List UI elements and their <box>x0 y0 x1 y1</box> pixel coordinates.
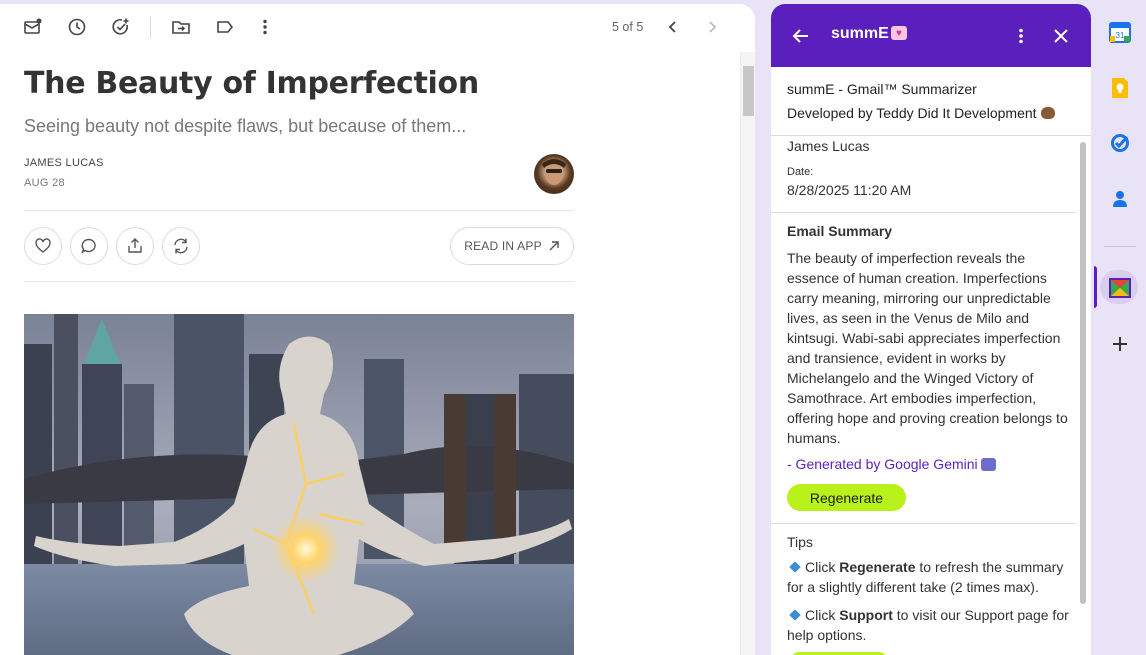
summary-heading: Email Summary <box>787 223 893 239</box>
contacts-icon[interactable] <box>1108 187 1132 211</box>
tasks-icon[interactable] <box>1108 131 1132 155</box>
like-button[interactable] <box>24 227 62 265</box>
keep-icon[interactable] <box>1108 76 1132 100</box>
back-arrow-icon[interactable] <box>789 24 813 48</box>
tip-keyword: Regenerate <box>839 559 916 575</box>
summe-icon[interactable] <box>1108 276 1132 300</box>
email-body: The Beauty of Imperfection Seeing beauty… <box>0 52 740 655</box>
tip-support: Click Support to visit our Support page … <box>787 605 1073 645</box>
read-in-app-label: READ IN APP <box>464 239 542 253</box>
heart-emoji-icon: ♥ <box>891 26 907 40</box>
add-icon[interactable] <box>1108 332 1132 356</box>
restack-button[interactable] <box>162 227 200 265</box>
article-title: The Beauty of Imperfection <box>24 66 479 101</box>
comment-button[interactable] <box>70 227 108 265</box>
toolbar-divider <box>150 16 151 38</box>
comment-icon <box>81 238 96 254</box>
tip-keyword: Support <box>839 607 893 623</box>
tip-text: Click <box>805 559 840 575</box>
blue-diamond-icon <box>789 561 801 573</box>
label-icon[interactable] <box>212 14 238 40</box>
bear-emoji-icon <box>1040 107 1055 119</box>
date-label: Date: <box>787 166 814 178</box>
restack-icon <box>174 238 188 254</box>
panel-more-icon[interactable] <box>1009 24 1033 48</box>
addon-name: summE - Gmail™ Summarizer <box>787 81 977 97</box>
mail-reading-pane: 5 of 5 The Beauty of Imperfection Seeing… <box>0 4 755 655</box>
date-value: 8/28/2025 11:20 AM <box>787 182 912 198</box>
side-app-rail: 31 <box>1094 0 1146 655</box>
article-author[interactable]: JAMES LUCAS <box>24 157 104 169</box>
snooze-icon[interactable] <box>64 14 90 40</box>
generated-by-text: - Generated by Google Gemini <box>787 456 978 472</box>
newer-chevron-left-icon[interactable] <box>660 14 686 40</box>
article-date: AUG 28 <box>24 177 65 189</box>
panel-scroll-area: James Lucas Date: 8/28/2025 11:20 AM Ema… <box>771 136 1076 655</box>
addon-developer-text: Developed by Teddy Did It Development <box>787 105 1037 121</box>
panel-header: summE ♥ <box>771 4 1091 67</box>
external-arrow-icon <box>549 241 559 251</box>
mark-unread-icon[interactable] <box>20 14 46 40</box>
panel-title: summE <box>831 25 889 42</box>
divider <box>771 212 1076 213</box>
tip-regenerate: Click Regenerate to refresh the summary … <box>787 557 1073 597</box>
generated-by-credit: - Generated by Google Gemini <box>787 456 996 472</box>
pagination-count: 5 of 5 <box>612 20 644 34</box>
content-scroll-thumb[interactable] <box>743 66 754 116</box>
divider <box>24 210 574 211</box>
older-chevron-right-icon[interactable] <box>699 14 725 40</box>
divider <box>771 523 1076 524</box>
addon-info: summE - Gmail™ Summarizer Developed by T… <box>771 67 1091 136</box>
tip-text: Click <box>805 607 840 623</box>
svg-text:31: 31 <box>1116 31 1125 40</box>
share-icon <box>128 238 142 253</box>
heart-icon <box>35 238 51 253</box>
add-to-tasks-icon[interactable] <box>108 14 134 40</box>
content-scrollbar[interactable] <box>740 52 755 655</box>
summary-text: The beauty of imperfection reveals the e… <box>787 250 1068 446</box>
article-subtitle: Seeing beauty not despite flaws, but bec… <box>24 116 467 136</box>
share-button[interactable] <box>116 227 154 265</box>
panel-scroll-thumb[interactable] <box>1080 142 1086 604</box>
article-hero-image <box>24 314 574 655</box>
active-app-indicator <box>1094 266 1097 308</box>
addon-developer: Developed by Teddy Did It Development <box>787 105 1055 121</box>
regenerate-button[interactable]: Regenerate <box>787 484 906 511</box>
more-options-icon[interactable] <box>252 14 278 40</box>
move-to-icon[interactable] <box>168 14 194 40</box>
rail-divider <box>1104 246 1136 247</box>
sender-name: James Lucas <box>787 138 870 154</box>
calendar-icon[interactable]: 31 <box>1108 20 1132 44</box>
close-icon[interactable] <box>1049 24 1073 48</box>
blue-diamond-icon <box>789 609 801 621</box>
mail-toolbar: 5 of 5 <box>0 4 755 52</box>
divider <box>24 281 574 282</box>
tips-heading: Tips <box>787 534 813 550</box>
read-in-app-button[interactable]: READ IN APP <box>450 227 574 265</box>
summe-side-panel: summE ♥ summE - Gmail™ Summarizer Develo… <box>771 4 1091 655</box>
author-avatar[interactable] <box>534 154 574 194</box>
robot-emoji-icon <box>980 458 996 471</box>
